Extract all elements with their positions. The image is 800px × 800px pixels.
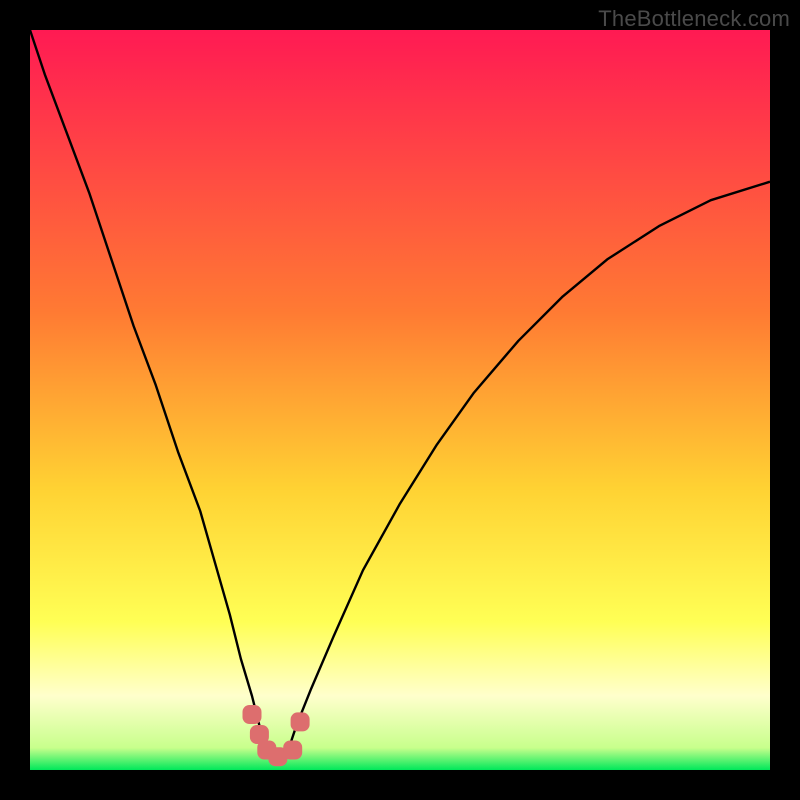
chart-frame: TheBottleneck.com <box>0 0 800 800</box>
bottleneck-curve <box>30 30 770 759</box>
curve-layer <box>30 30 770 770</box>
curve-markers <box>243 705 310 766</box>
watermark-text: TheBottleneck.com <box>598 6 790 32</box>
marker-dot <box>283 741 302 760</box>
marker-dot <box>291 712 310 731</box>
marker-dot <box>243 705 262 724</box>
plot-area <box>30 30 770 770</box>
